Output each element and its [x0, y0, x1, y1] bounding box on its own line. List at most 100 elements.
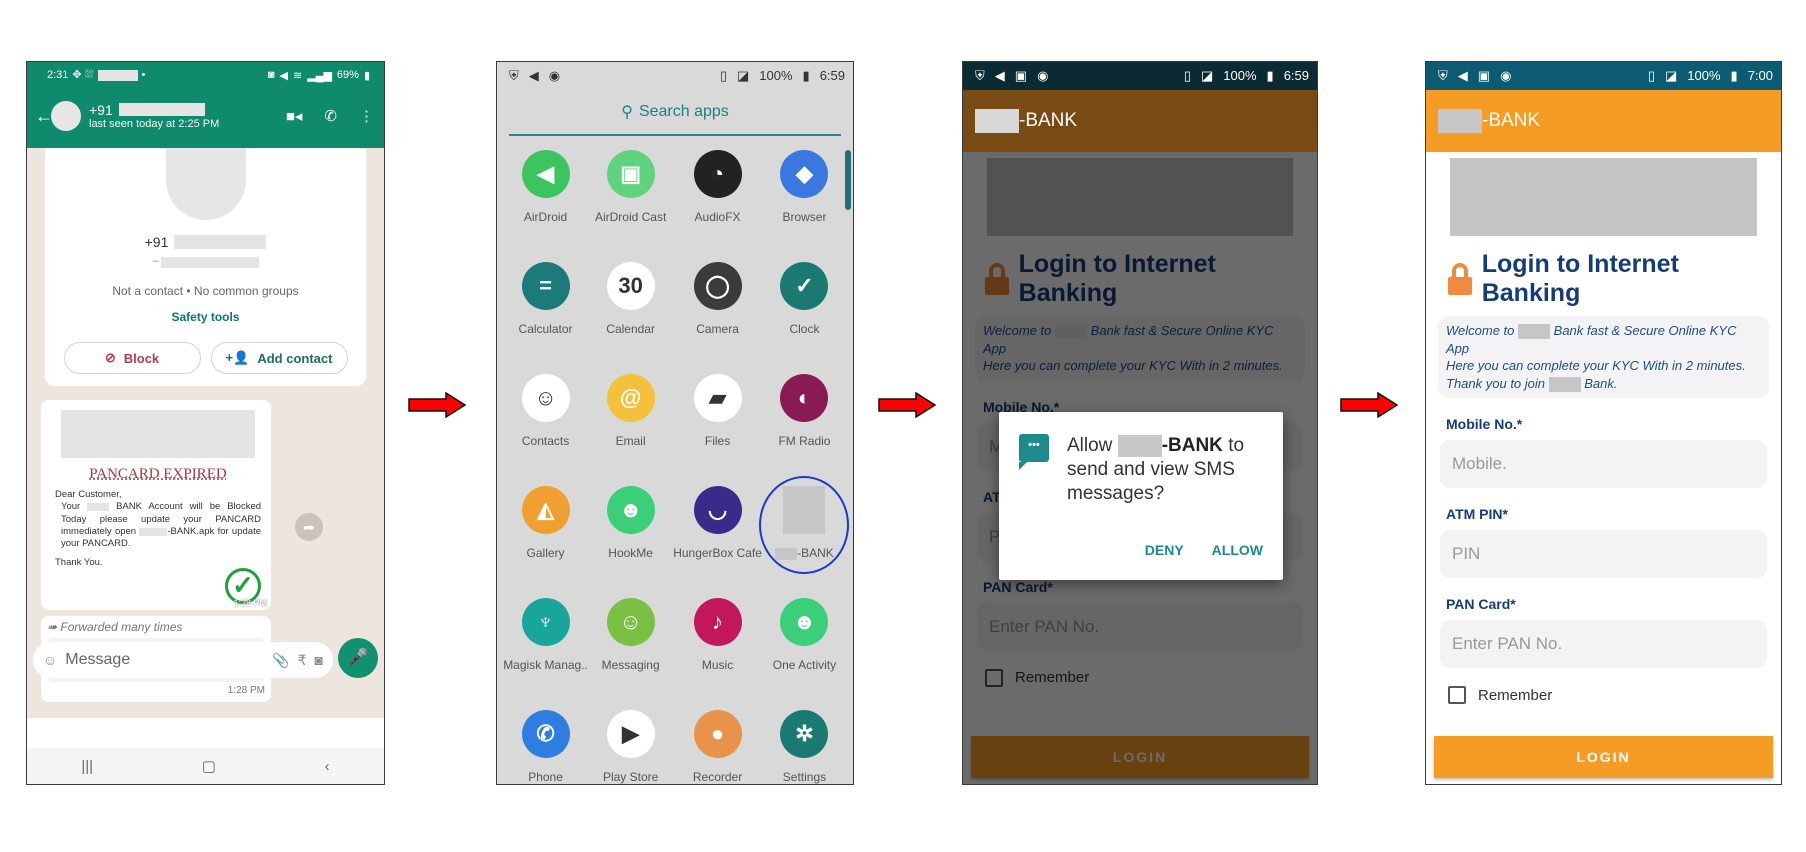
camera-icon[interactable]: ◙ [315, 652, 323, 668]
app-icon-gallery[interactable]: ◭ Gallery [503, 486, 588, 560]
app-glyph-icon: ▰ [693, 374, 742, 422]
atm-pin-input[interactable]: PIN [1440, 530, 1767, 579]
more-options-icon[interactable]: ⋮ [359, 107, 374, 125]
message-body: Dear Customer, Your BANK Account will be… [55, 489, 261, 569]
app-icon-fm-radio[interactable]: ◐ FM Radio [762, 374, 847, 448]
payment-icon[interactable]: ₹ [298, 652, 307, 669]
app-icon-clock[interactable]: ✓ Clock [762, 262, 847, 336]
remember-checkbox[interactable]: Remember [1448, 686, 1781, 705]
status-time: 6:59 [819, 68, 845, 83]
status-time: 6:59 [1283, 68, 1309, 83]
app-title: -BANK [1482, 110, 1541, 131]
home-icon[interactable]: ▢ [202, 757, 216, 775]
allow-button[interactable]: ALLOW [1212, 542, 1263, 558]
app-glyph-icon: ☻ [606, 486, 655, 534]
app-icon-play-store[interactable]: ▶ Play Store [588, 710, 673, 784]
contact-avatar[interactable] [51, 101, 81, 131]
app-glyph-icon: ◀ [521, 150, 570, 198]
sms-message-icon: ••• [1019, 434, 1049, 470]
pan-card-input[interactable]: Enter PAN No. [1440, 620, 1767, 669]
app-icon-messaging[interactable]: ☺ Messaging [588, 598, 673, 672]
search-apps-input[interactable]: ⚲ Search apps [509, 90, 841, 136]
app-icon-recorder[interactable]: ● Recorder [673, 710, 762, 784]
app-icon-magisk-manag[interactable]: ♆ Magisk Manag.. [503, 598, 588, 672]
vibrate-icon: ▯ [1647, 68, 1655, 83]
question-app-name: -BANK [1161, 435, 1223, 456]
contact-name-block[interactable]: +91 last seen today at 2:25 PM [89, 102, 286, 131]
mobile-input[interactable]: Mobile. [1440, 440, 1767, 489]
app-icon-files[interactable]: ▰ Files [673, 374, 762, 448]
status-bar: 2:31 ✥ ⛆ • ◙ ◀ ≋ ▂▄▆ 69% ▮ [47, 68, 370, 82]
voice-call-icon[interactable]: ✆ [324, 107, 337, 125]
flow-arrow-1 [408, 392, 466, 418]
app-icon-audiofx[interactable]: ◔ AudioFX [673, 150, 762, 224]
block-button[interactable]: ⊘ Block [63, 342, 201, 374]
dot-icon: • [141, 69, 146, 81]
app-glyph-icon: ◆ [780, 150, 829, 198]
app-glyph-icon: ◐ [780, 374, 829, 422]
attach-icon[interactable]: 📎 [272, 652, 289, 669]
scrollbar[interactable] [845, 150, 851, 210]
app-icon-airdroid[interactable]: ◀ AirDroid [503, 150, 588, 224]
app-icon-calculator[interactable]: = Calculator [503, 262, 588, 336]
no-sim-icon: ◪ [1200, 68, 1214, 83]
app-label: Magisk Manag.. [503, 658, 588, 672]
video-call-icon[interactable]: ■◂ [286, 107, 303, 125]
message-greeting: Dear Customer, [55, 489, 122, 500]
deny-button[interactable]: DENY [1145, 542, 1184, 558]
app-glyph-icon: 30 [606, 262, 655, 310]
redacted-phone-number [118, 103, 205, 117]
recents-icon[interactable]: ||| [81, 758, 93, 775]
add-contact-button[interactable]: +👤 Add contact [210, 342, 348, 374]
app-icon-music[interactable]: ♪ Music [673, 598, 762, 672]
app-icon-one-activity[interactable]: ☻ One Activity [762, 598, 847, 672]
app-label: Files [704, 434, 731, 448]
bank-login-permission-screen: ⛨ ◀ ▣ ◉ ▯ ◪ 100% ▮ 6:59 -BANK Login to I… [962, 61, 1318, 785]
redacted-app-name [1117, 434, 1162, 457]
login-button[interactable]: LOGIN [1434, 736, 1773, 778]
status-bar: ⛨ ◀ ◉ ▯ ◪ 100% ▮ 6:59 [497, 62, 853, 90]
status-time: 7:00 [1747, 68, 1773, 83]
mute-icon: ◀ [279, 69, 288, 82]
chat-area: +91 ~ Not a contact • No common groups S… [27, 148, 384, 718]
app-label: Clock [789, 322, 820, 336]
app-label: AudioFX [694, 210, 741, 224]
phishing-image-message[interactable]: PANCARD EXPIRED Dear Customer, Your BANK… [41, 400, 271, 610]
back-icon[interactable]: ‹ [325, 758, 330, 775]
app-label: AirDroid [523, 210, 568, 224]
app-icon-airdroid-cast[interactable]: ▣ AirDroid Cast [588, 150, 673, 224]
message-input[interactable]: ☺ Message 📎 ₹ ◙ [33, 642, 333, 678]
question-allow: Allow [1067, 435, 1113, 456]
android-nav-bar: ||| ▢ ‹ [27, 748, 384, 784]
phishing-flow-figure: 2:31 ✥ ⛆ • ◙ ◀ ≋ ▂▄▆ 69% ▮ ← +91 last se… [0, 0, 1806, 852]
app-glyph-icon: ✓ [780, 262, 829, 310]
emoji-icon[interactable]: ☺ [43, 652, 57, 668]
card-country-code: +91 [144, 234, 169, 250]
app-icon-bank[interactable]: -BANK [759, 476, 850, 574]
app-icon-email[interactable]: @ Email [588, 374, 673, 448]
app-glyph-icon: = [521, 262, 570, 310]
app-icon-contacts[interactable]: ☺ Contacts [503, 374, 588, 448]
record-icon: ◉ [1500, 68, 1512, 83]
back-arrow-icon[interactable]: ← [35, 106, 53, 127]
app-icon-phone[interactable]: ✆ Phone [503, 710, 588, 784]
app-glyph-icon: ▣ [606, 150, 655, 198]
checkbox-icon[interactable] [1448, 686, 1466, 705]
mobile-label: Mobile No.* [1446, 416, 1523, 433]
permission-question: Allow -BANK to send and view SMS message… [1067, 434, 1263, 505]
forward-share-icon[interactable]: ➦ [295, 513, 323, 541]
status-time: 2:31 [47, 69, 69, 81]
app-label: FM Radio [778, 434, 831, 448]
app-icon-calendar[interactable]: 30 Calendar [588, 262, 673, 336]
app-icon-camera[interactable]: ◯ Camera [673, 262, 762, 336]
microphone-button[interactable]: 🎤 [338, 638, 378, 678]
safety-tools-link[interactable]: Safety tools [45, 310, 366, 324]
send-icon: ◀ [1457, 68, 1468, 83]
app-icon-settings[interactable]: ✲ Settings [762, 710, 847, 784]
app-icon-hookme[interactable]: ☻ HookMe [588, 486, 673, 560]
status-bar: ⛨ ◀ ▣ ◉ ▯ ◪ 100% ▮ 7:00 [1426, 62, 1781, 90]
app-icon-hungerbox-cafe[interactable]: ◡ HungerBox Cafe [673, 486, 762, 560]
app-label: HookMe [608, 546, 653, 560]
forwarded-text: Forwarded many times [60, 620, 183, 634]
app-icon-browser[interactable]: ◆ Browser [762, 150, 847, 224]
